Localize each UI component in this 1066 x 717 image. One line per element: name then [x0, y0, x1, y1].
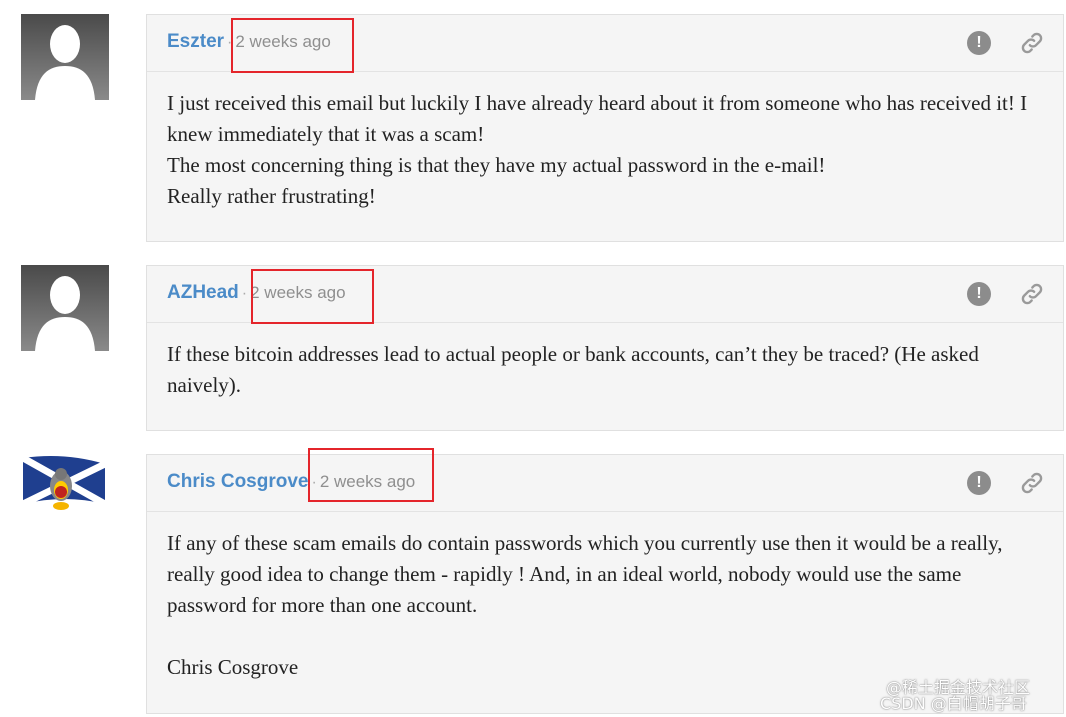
meta-separator: · [311, 474, 317, 491]
comment-box: AZHead · 2 weeks ago ! If these bitcoin ad… [146, 265, 1064, 431]
comment-time[interactable]: 2 weeks ago [320, 472, 415, 491]
comment-time[interactable]: 2 weeks ago [250, 283, 345, 302]
comment-header: Eszter · 2 weeks ago ! [147, 15, 1063, 72]
report-flag-icon[interactable]: ! [967, 31, 991, 55]
author-name[interactable]: AZHead [167, 282, 239, 303]
meta-separator: · [227, 34, 233, 51]
comment-time[interactable]: 2 weeks ago [235, 32, 330, 51]
watermark-line-2: CSDN @白帽胡子哥 [880, 694, 1027, 713]
comment-header: AZHead · 2 weeks ago ! [147, 266, 1063, 323]
report-flag-icon[interactable]: ! [967, 282, 991, 306]
user-avatar[interactable] [21, 14, 109, 100]
comment-body: If any of these scam emails do contain p… [147, 512, 1063, 699]
comment-paragraph: I just received this email but luckily I… [167, 91, 1028, 146]
scottish-flag-penguin-icon [21, 454, 107, 510]
permalink-icon[interactable] [1019, 30, 1045, 56]
permalink-icon[interactable] [1019, 470, 1045, 496]
author-name[interactable]: Chris Cosgrove [167, 471, 308, 492]
comment-body: I just received this email but luckily I… [147, 72, 1063, 228]
comment-paragraph: If any of these scam emails do contain p… [167, 531, 1003, 617]
permalink-icon[interactable] [1019, 281, 1045, 307]
meta-separator: · [241, 285, 248, 302]
report-flag-icon[interactable]: ! [967, 471, 991, 495]
user-avatar[interactable] [21, 454, 109, 540]
comment-paragraph: The most concerning thing is that they h… [167, 153, 826, 177]
user-avatar[interactable] [21, 265, 109, 351]
comment-paragraph: If these bitcoin addresses lead to actua… [167, 342, 979, 397]
silhouette-icon [35, 25, 95, 100]
comment-body: If these bitcoin addresses lead to actua… [147, 323, 1063, 417]
comment-box: Eszter · 2 weeks ago ! I just received thi… [146, 14, 1064, 242]
comment-paragraph: Really rather frustrating! [167, 184, 376, 208]
comment-paragraph [167, 621, 1043, 652]
silhouette-icon [35, 276, 95, 351]
comment-header: Chris Cosgrove · 2 weeks ago ! [147, 455, 1063, 512]
author-name[interactable]: Eszter [167, 31, 224, 52]
